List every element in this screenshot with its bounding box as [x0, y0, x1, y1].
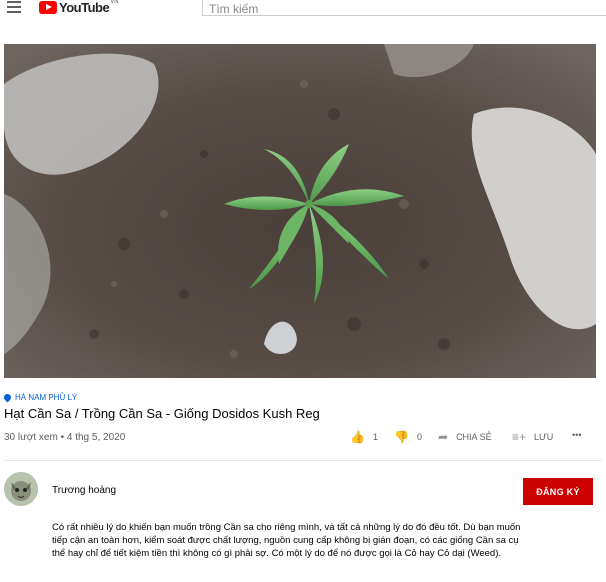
thumbs-down-icon: 👎: [394, 430, 409, 444]
hamburger-icon[interactable]: [7, 1, 21, 13]
video-title: Hạt Cần Sa / Trồng Cần Sa - Giống Dosido…: [4, 406, 320, 421]
channel-avatar[interactable]: [4, 472, 38, 506]
more-actions-button[interactable]: •••: [572, 430, 581, 440]
share-button[interactable]: ➦ CHIA SẺ: [438, 430, 492, 444]
top-bar: YouTube VN: [0, 0, 606, 18]
location-pin-icon: [2, 392, 13, 403]
like-button[interactable]: 👍 1: [350, 430, 378, 444]
search-box: [202, 0, 606, 16]
save-button[interactable]: ≡+ LƯU: [512, 430, 553, 444]
logo-text: YouTube: [59, 0, 110, 15]
subscribe-button[interactable]: ĐĂNG KÝ: [523, 478, 593, 505]
video-actions: 👍 1 👎 0 ➦ CHIA SẺ ≡+ LƯU •••: [350, 430, 606, 446]
playlist-add-icon: ≡+: [512, 430, 527, 444]
like-count: 1: [372, 432, 378, 442]
avatar-image: [4, 472, 38, 506]
video-player[interactable]: [4, 44, 596, 378]
youtube-logo-icon: [39, 0, 57, 14]
youtube-logo[interactable]: YouTube VN: [39, 0, 119, 15]
divider: [4, 460, 602, 461]
save-label: LƯU: [534, 432, 554, 442]
share-icon: ➦: [438, 430, 449, 444]
share-label: CHIA SẺ: [456, 432, 492, 442]
dislike-count: 0: [416, 432, 422, 442]
location-label: HÀ NAM PHỦ LÝ: [15, 393, 78, 402]
region-code: VN: [110, 0, 119, 5]
video-frame: [4, 44, 596, 378]
search-input[interactable]: [203, 2, 589, 16]
video-meta: 30 lượt xem • 4 thg 5, 2020: [4, 432, 126, 443]
channel-name[interactable]: Trương hoàng: [52, 485, 116, 496]
more-icon: •••: [572, 430, 582, 440]
thumbs-up-icon: 👍: [350, 430, 365, 444]
video-location[interactable]: HÀ NAM PHỦ LÝ: [2, 392, 78, 403]
video-description: Có rất nhiều lý do khiến bạn muốn trồng …: [52, 522, 521, 559]
dislike-button[interactable]: 👎 0: [394, 430, 422, 444]
